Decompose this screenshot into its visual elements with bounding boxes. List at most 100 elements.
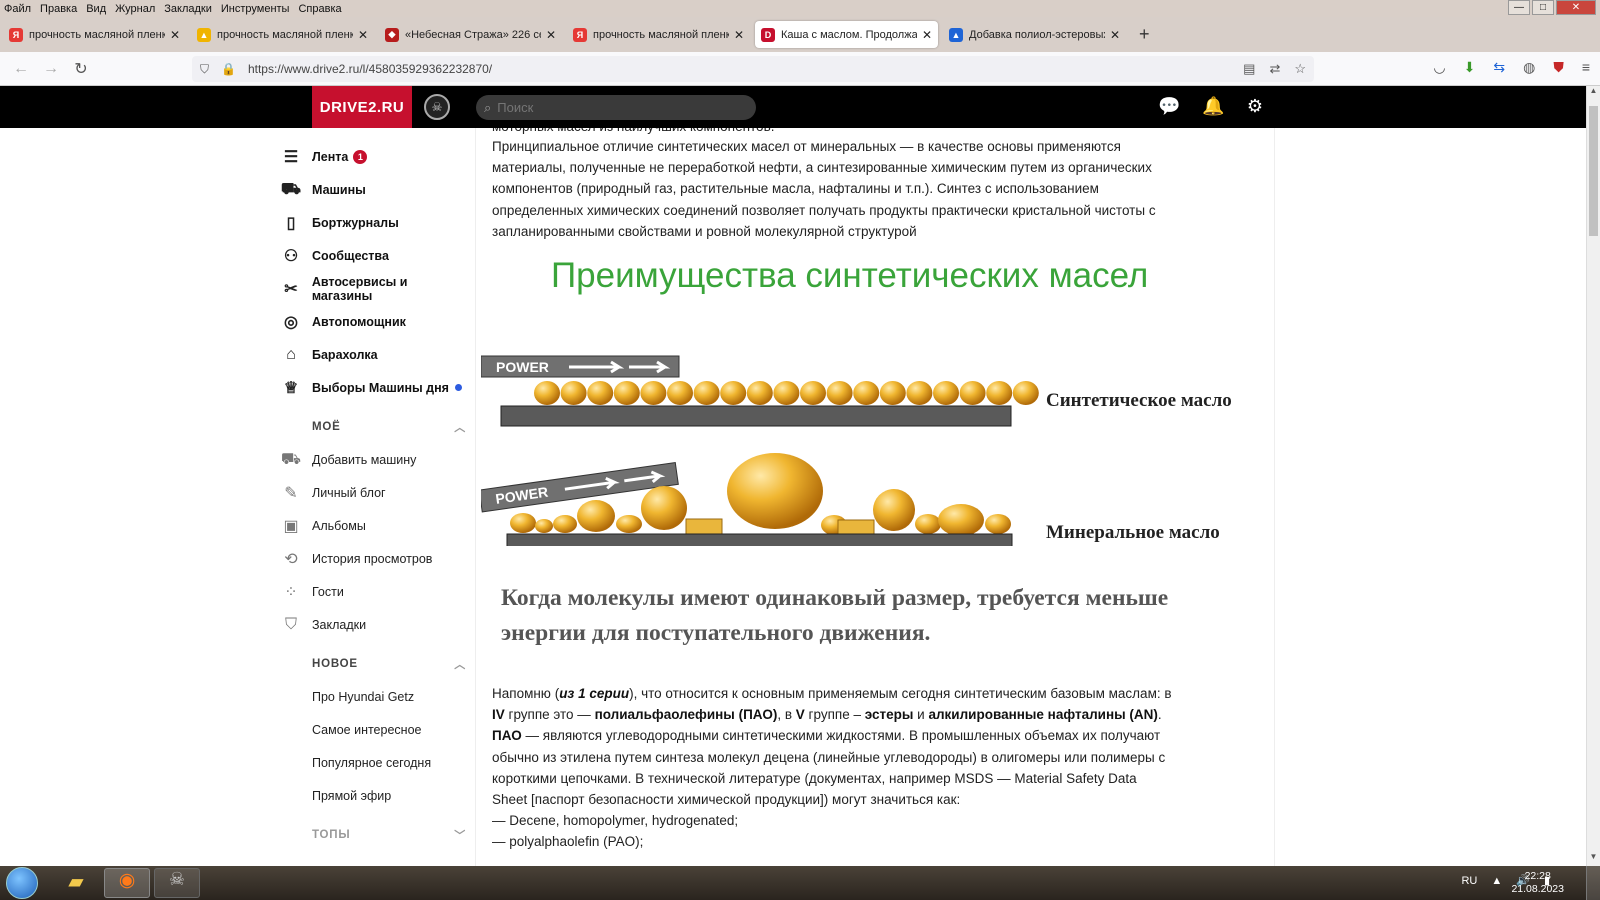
sidebar-item-autohelper[interactable]: ◎ Автопомощник: [280, 305, 470, 338]
sidebar-item-communities[interactable]: ⚇ Сообщества: [280, 239, 470, 272]
close-tab-icon[interactable]: ✕: [546, 28, 556, 42]
url-text[interactable]: https://www.drive2.ru/l/4580359293622328…: [248, 62, 492, 76]
show-desktop-button[interactable]: [1586, 866, 1600, 900]
lock-icon[interactable]: 🔒: [221, 62, 236, 76]
menu-edit[interactable]: Правка: [40, 3, 77, 15]
address-bar[interactable]: ⛉ 🔒 https://www.drive2.ru/l/458035929362…: [192, 56, 1314, 82]
sidebar-item-bookmarks[interactable]: ⛉ Закладки: [280, 608, 470, 641]
synthetic-molecule: [959, 381, 986, 405]
section-header-top[interactable]: ТОПЫ ﹀: [280, 818, 470, 851]
close-tab-icon[interactable]: ✕: [358, 28, 368, 42]
browser-tab[interactable]: ▲ Добавка полиол-эстеровых ✕: [943, 21, 1126, 48]
reload-icon[interactable]: ↻: [66, 59, 96, 79]
shield-icon[interactable]: ⛉: [200, 62, 209, 77]
clock[interactable]: 22:28 21.08.2023: [1511, 870, 1564, 896]
explorer-taskbar-icon[interactable]: ▰: [56, 869, 96, 897]
section-header-moe[interactable]: МОЁ ︿: [280, 410, 470, 443]
translator-extension-icon[interactable]: ⇆: [1493, 59, 1505, 76]
minimize-button[interactable]: —: [1508, 0, 1530, 15]
page-scrollbar[interactable]: ▲ ▼: [1586, 86, 1600, 866]
sidebar-item-market[interactable]: ⌂ Барахолка: [280, 338, 470, 371]
tab-title: Добавка полиол-эстеровых: [969, 28, 1105, 41]
reader-view-icon[interactable]: ▤: [1243, 61, 1255, 77]
sidebar-item-guests[interactable]: ⁘ Гости: [280, 575, 470, 608]
chevron-up-icon[interactable]: ︿: [454, 656, 466, 672]
pocket-icon[interactable]: ◡: [1433, 59, 1445, 76]
text-run-italic: из 1 серии: [559, 686, 630, 701]
close-window-button[interactable]: ✕: [1556, 0, 1596, 15]
sidebar-item-label: Популярное сегодня: [312, 755, 432, 770]
scroll-thumb[interactable]: [1589, 106, 1598, 236]
section-header-new[interactable]: НОВОЕ ︿: [280, 647, 470, 680]
menu-history[interactable]: Журнал: [115, 3, 155, 15]
sidebar-item-blog[interactable]: ✎ Личный блог: [280, 476, 470, 509]
site-search[interactable]: ⌕: [476, 95, 756, 120]
maximize-button[interactable]: □: [1532, 0, 1554, 15]
site-favicon-icon: ◆: [385, 27, 399, 42]
synthetic-molecule: [853, 381, 880, 405]
sidebar-item-new[interactable]: Популярное сегодня: [280, 746, 470, 779]
molecule-diagram: POWER Синтетическое масло POWER Минераль…: [481, 355, 1232, 546]
browser-tab[interactable]: ▲ прочность масляной пленки ✕: [191, 21, 374, 48]
sidebar-item-new[interactable]: Самое интересное: [280, 713, 470, 746]
close-tab-icon[interactable]: ✕: [734, 28, 744, 42]
start-button[interactable]: [6, 867, 38, 899]
sidebar-item-services[interactable]: ✂ Автосервисы и магазины: [280, 272, 470, 305]
globe-icon[interactable]: ◍: [1523, 59, 1535, 76]
browser-tab[interactable]: ◆ «Небесная Стража» 226 серия ✕: [379, 21, 562, 48]
menu-hamburger-icon[interactable]: ≡: [1582, 59, 1590, 76]
image-caption: Когда молекулы имеют одинаковый размер, …: [501, 585, 1169, 646]
blog-icon: ✎: [284, 484, 298, 502]
article-paragraph: Напомню (из 1 серии), что относится к ос…: [492, 683, 1172, 853]
menu-tools[interactable]: Инструменты: [221, 3, 290, 15]
browser-tab[interactable]: Я прочность масляной пленки ✕: [567, 21, 750, 48]
unread-dot: [454, 384, 462, 391]
sidebar-item-feed[interactable]: ☰ Лента 1: [280, 140, 470, 173]
sidebar-item-new[interactable]: Прямой эфир: [280, 779, 470, 812]
close-tab-icon[interactable]: ✕: [1110, 28, 1120, 42]
menu-bookmarks[interactable]: Закладки: [164, 3, 212, 15]
sidebar-item-logbooks[interactable]: ▯ Бортжурналы: [280, 206, 470, 239]
sidebar-item-new[interactable]: Про Hyundai Getz: [280, 680, 470, 713]
search-input[interactable]: [497, 100, 738, 115]
close-tab-icon[interactable]: ✕: [922, 28, 932, 42]
chevron-down-icon[interactable]: ﹀: [454, 827, 466, 843]
notifications-bell-icon[interactable]: 🔔: [1202, 96, 1224, 117]
language-indicator[interactable]: RU: [1461, 875, 1477, 887]
chevron-up-icon[interactable]: ︿: [454, 419, 466, 435]
firefox-taskbar-icon[interactable]: ◉: [104, 868, 150, 898]
sidebar-item-label: История просмотров: [312, 551, 433, 566]
bookmark-star-icon[interactable]: ☆: [1294, 61, 1306, 77]
menu-help[interactable]: Справка: [298, 3, 341, 15]
menu-view[interactable]: Вид: [86, 3, 106, 15]
synthetic-molecule: [667, 381, 693, 405]
translate-icon[interactable]: ⇄: [1269, 61, 1280, 77]
adblock-icon[interactable]: ⛊: [1553, 59, 1564, 76]
messages-icon[interactable]: 💬: [1158, 96, 1180, 117]
game-taskbar-icon[interactable]: ☠: [154, 868, 200, 898]
settings-gear-icon[interactable]: ⚙: [1247, 96, 1263, 117]
sidebar-item-history[interactable]: ⟲ История просмотров: [280, 542, 470, 575]
sidebar-item-add-car[interactable]: ⛟ Добавить машину: [280, 443, 470, 476]
tools-icon: ✂: [284, 280, 298, 298]
sidebar-item-label: Автопомощник: [312, 314, 406, 329]
forward-icon[interactable]: →: [36, 60, 66, 78]
download-icon[interactable]: ⬇: [1464, 59, 1476, 76]
close-tab-icon[interactable]: ✕: [170, 28, 180, 42]
browser-tab[interactable]: Я прочность масляной пленки ✕: [3, 21, 186, 48]
sidebar-item-car-of-day[interactable]: ♕ Выборы Машины дня: [280, 371, 470, 404]
tray-expand-icon[interactable]: ▲: [1491, 875, 1502, 887]
sidebar-item-albums[interactable]: ▣ Альбомы: [280, 509, 470, 542]
new-tab-button[interactable]: +: [1139, 24, 1150, 45]
clock-date: 21.08.2023: [1511, 883, 1564, 895]
scroll-down-icon[interactable]: ▼: [1587, 852, 1600, 866]
menu-file[interactable]: Файл: [4, 3, 31, 15]
back-icon[interactable]: ←: [6, 60, 36, 78]
browser-tab-active[interactable]: D Каша с маслом. Продолжаем ✕: [755, 21, 938, 48]
drive2-logo[interactable]: DRIVE2.RU: [312, 86, 412, 128]
scroll-up-icon[interactable]: ▲: [1587, 86, 1600, 100]
club-emblem-icon[interactable]: ☠: [424, 94, 450, 120]
community-icon: ⚇: [283, 247, 299, 265]
list-line: — Decene, homopolymer, hydrogenated;: [492, 813, 739, 829]
sidebar-item-cars[interactable]: ⛟ Машины: [280, 173, 470, 206]
